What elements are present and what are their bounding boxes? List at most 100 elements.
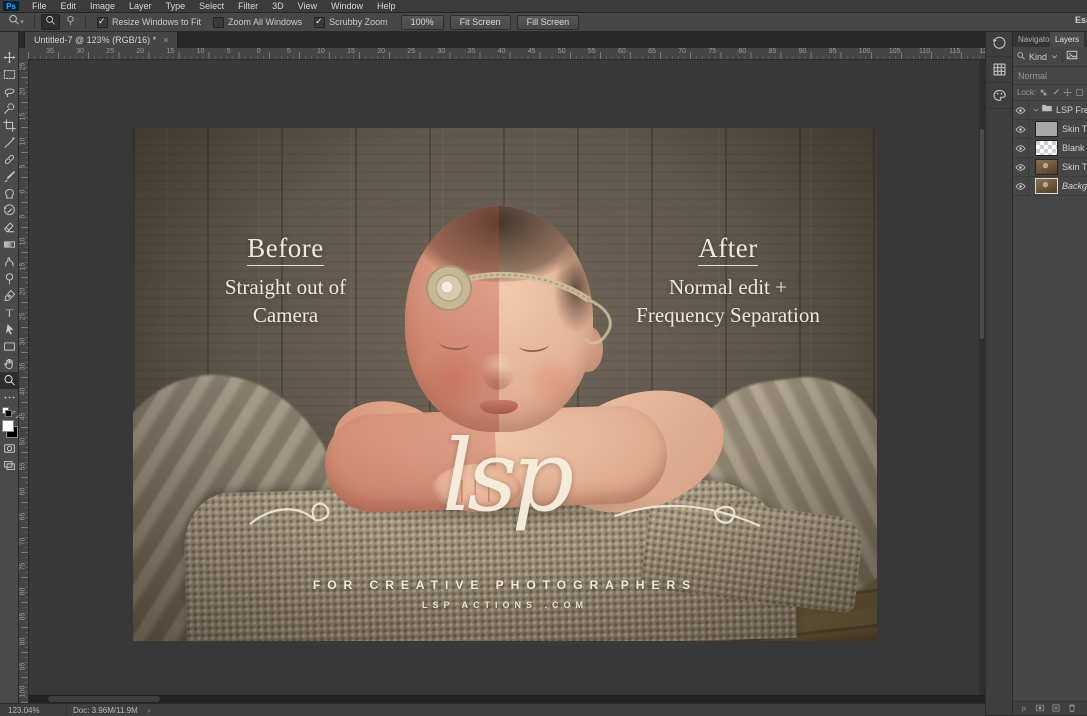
vruler-label: 95 <box>20 661 27 673</box>
history-panel-button[interactable] <box>986 31 1012 57</box>
horizontal-scrollbar[interactable] <box>0 695 985 703</box>
horizontal-scrollbar-thumb[interactable] <box>48 696 160 702</box>
clone-stamp-tool[interactable] <box>0 185 18 202</box>
crop-tool[interactable] <box>0 117 18 134</box>
swatches-panel-button[interactable] <box>986 57 1012 83</box>
layer-thumbnail[interactable] <box>1035 121 1058 137</box>
layer-visibility-toggle[interactable] <box>1013 120 1029 138</box>
checkbox-box[interactable] <box>314 17 325 28</box>
quick-selection-tool[interactable] <box>0 100 18 117</box>
hand-tool[interactable] <box>0 355 18 372</box>
hruler-label: 35 <box>468 48 476 55</box>
move-tool[interactable] <box>0 49 18 66</box>
status-zoom-level[interactable]: 123.04% <box>8 706 60 715</box>
layer-row[interactable]: Skin T <box>1013 158 1087 177</box>
rectangle-icon <box>3 340 16 353</box>
hruler-label: 105 <box>889 48 901 55</box>
checkbox-box[interactable] <box>213 17 224 28</box>
lock-artboard[interactable] <box>1075 84 1084 102</box>
menu-filter[interactable]: Filter <box>231 0 265 12</box>
tab-layers[interactable]: Layers <box>1050 31 1084 47</box>
menu-file[interactable]: File <box>25 0 54 12</box>
trash-button[interactable] <box>1067 703 1077 715</box>
separator <box>66 705 67 715</box>
eyedropper-tool[interactable] <box>0 134 18 151</box>
tab-navigator[interactable]: Navigator <box>1013 31 1050 47</box>
eraser-tool[interactable] <box>0 219 18 236</box>
layer-thumbnail[interactable] <box>1035 140 1058 156</box>
zoom-in-button[interactable] <box>41 14 60 30</box>
menu-layer[interactable]: Layer <box>122 0 159 12</box>
edit-toolbar-ellipsis[interactable] <box>0 389 18 406</box>
blend-mode-row[interactable]: Normal <box>1013 67 1087 85</box>
canvas-area[interactable]: Before Straight out of Camera After Norm… <box>28 59 985 695</box>
close-tab-icon[interactable]: × <box>163 35 168 45</box>
fx-button[interactable]: fx <box>1019 703 1029 715</box>
rectangular-marquee-tool[interactable] <box>0 66 18 83</box>
dodge-tool[interactable] <box>0 270 18 287</box>
zoom-icon <box>3 374 16 387</box>
layer-visibility-toggle[interactable] <box>1013 177 1029 195</box>
photo-burlap-headband <box>391 254 631 374</box>
lock-transparency[interactable] <box>1039 84 1048 102</box>
layer-visibility-toggle[interactable] <box>1013 101 1029 119</box>
layer-row[interactable]: Background <box>1013 177 1087 196</box>
menu-select[interactable]: Select <box>192 0 231 12</box>
menu-window[interactable]: Window <box>324 0 370 12</box>
lock-paint[interactable] <box>1051 84 1060 102</box>
hruler-label: 40 <box>498 48 506 55</box>
before-subtitle-line2: Camera <box>188 302 383 330</box>
menu-view[interactable]: View <box>291 0 324 12</box>
lasso-tool[interactable] <box>0 83 18 100</box>
checkbox-scrubby-zoom[interactable]: Scrubby Zoom <box>314 17 388 28</box>
screen-mode-button[interactable] <box>0 457 18 474</box>
quick-mask-button[interactable] <box>0 440 18 457</box>
menu-edit[interactable]: Edit <box>54 0 84 12</box>
checkbox-resize-windows-to-fit[interactable]: Resize Windows to Fit <box>97 17 201 28</box>
color-panel-button[interactable] <box>986 83 1012 109</box>
rectangle-tool[interactable] <box>0 338 18 355</box>
menu-3d[interactable]: 3D <box>265 0 291 12</box>
workspace-switcher[interactable]: Ess <box>1075 15 1087 25</box>
horizontal-ruler[interactable]: 4035302520151050510152025303540455055606… <box>28 48 985 60</box>
layer-row[interactable]: LSP Freque <box>1013 101 1087 120</box>
gradient-tool[interactable] <box>0 236 18 253</box>
default-colors-control[interactable] <box>0 406 18 416</box>
menu-type[interactable]: Type <box>159 0 193 12</box>
vertical-scrollbar-thumb[interactable] <box>980 129 984 339</box>
brush-tool[interactable] <box>0 168 18 185</box>
checkbox-box[interactable] <box>97 17 108 28</box>
menu-help[interactable]: Help <box>370 0 403 12</box>
100%-button[interactable]: 100% <box>401 15 444 30</box>
spot-healing-brush-tool[interactable] <box>0 151 18 168</box>
zoom-out-button[interactable] <box>62 15 79 29</box>
layer-row[interactable]: Blank <box>1013 139 1087 158</box>
zoom-tool-preset[interactable]: ▾ <box>3 15 29 30</box>
new-layer-button[interactable] <box>1051 703 1061 715</box>
zoom-tool[interactable] <box>0 372 18 389</box>
path-selection-tool[interactable] <box>0 321 18 338</box>
layer-thumbnail[interactable] <box>1035 159 1058 175</box>
layers-filter-row[interactable]: Kind <box>1013 47 1087 67</box>
menu-image[interactable]: Image <box>83 0 122 12</box>
layer-row[interactable]: Skin T <box>1013 120 1087 139</box>
checkbox-zoom-all-windows[interactable]: Zoom All Windows <box>213 17 302 28</box>
layer-visibility-toggle[interactable] <box>1013 158 1029 176</box>
mask-button[interactable] <box>1035 703 1045 715</box>
document-tab[interactable]: Untitled-7 @ 123% (RGB/16) * × <box>24 31 178 48</box>
type-tool[interactable]: T <box>0 304 18 321</box>
fill-screen-button[interactable]: Fill Screen <box>517 15 580 30</box>
pen-tool[interactable] <box>0 287 18 304</box>
fit-screen-button[interactable]: Fit Screen <box>450 15 511 30</box>
smudge-tool[interactable] <box>0 253 18 270</box>
vertical-ruler[interactable]: 2520151050510152025303540455055606570758… <box>18 59 29 703</box>
layer-name: Skin T <box>1062 124 1087 134</box>
group-expand-chevron[interactable] <box>1032 101 1040 119</box>
document-image[interactable]: Before Straight out of Camera After Norm… <box>133 128 877 641</box>
lock-move[interactable] <box>1063 84 1072 102</box>
layer-visibility-toggle[interactable] <box>1013 139 1029 157</box>
status-options-chevron[interactable]: › <box>148 706 151 715</box>
history-brush-tool[interactable] <box>0 202 18 219</box>
foreground-color-swatch[interactable] <box>2 420 14 432</box>
layer-thumbnail[interactable] <box>1035 178 1058 194</box>
